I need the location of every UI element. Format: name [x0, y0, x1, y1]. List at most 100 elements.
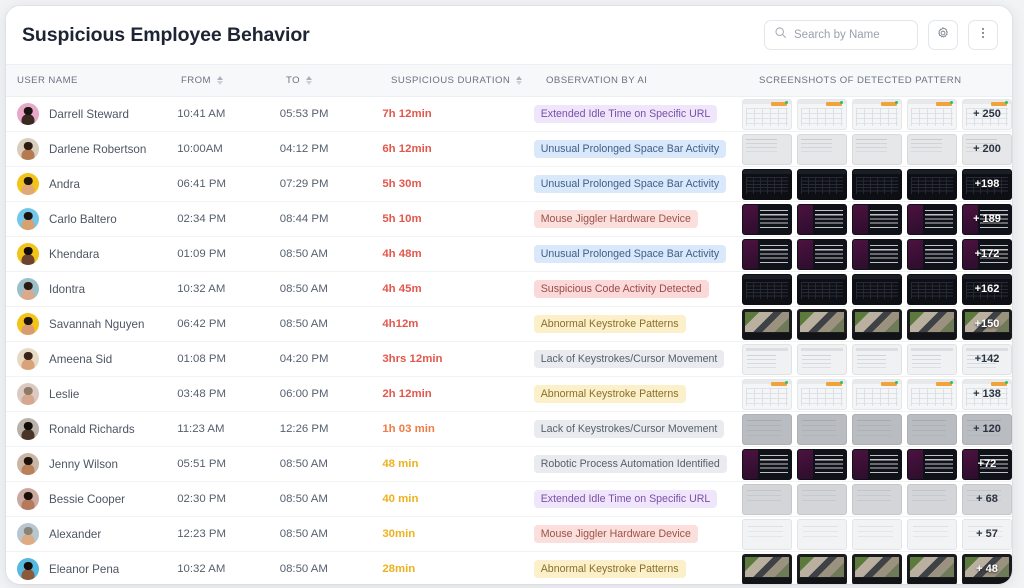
screenshot-thumbnail[interactable]: [741, 343, 792, 375]
screenshot-thumbnail[interactable]: [796, 448, 847, 480]
settings-button[interactable]: [928, 20, 958, 50]
column-header-observation-by-ai[interactable]: OBSERVATION BY AI: [546, 75, 751, 86]
screenshot-thumbnail[interactable]: [741, 168, 792, 200]
screenshot-thumbnail[interactable]: [796, 483, 847, 515]
screenshot-thumbnail[interactable]: [796, 98, 847, 130]
table-row[interactable]: Idontra 10:32 AM 08:50 AM 4h 45m Suspicious …: [6, 272, 1012, 307]
screenshot-more-badge[interactable]: + 68: [961, 483, 1012, 515]
screenshot-thumbnail[interactable]: [741, 378, 792, 410]
screenshot-thumbnail[interactable]: [796, 168, 847, 200]
screenshot-thumbnail[interactable]: [906, 553, 957, 584]
cell-from-time: 01:08 PM: [177, 353, 226, 365]
screenshot-thumbnail[interactable]: [741, 238, 792, 270]
screenshot-more-badge[interactable]: + 120: [961, 413, 1012, 445]
screenshot-thumbnail[interactable]: [851, 238, 902, 270]
screenshot-more-badge[interactable]: + 189: [961, 203, 1012, 235]
screenshot-more-badge[interactable]: +142: [961, 343, 1012, 375]
table-row[interactable]: Khendara 01:09 PM 08:50 AM 4h 48m Unusual Pr…: [6, 237, 1012, 272]
screenshot-more-badge[interactable]: +72: [961, 448, 1012, 480]
sort-arrows-icon[interactable]: [516, 76, 523, 85]
screenshot-more-badge[interactable]: + 200: [961, 133, 1012, 165]
screenshot-thumbnail[interactable]: [906, 308, 957, 340]
screenshot-thumbnail[interactable]: [741, 203, 792, 235]
screenshot-thumbnail[interactable]: [851, 343, 902, 375]
screenshot-thumbnail[interactable]: [741, 133, 792, 165]
sort-arrows-icon[interactable]: [306, 76, 312, 85]
screenshot-thumbnail[interactable]: [851, 483, 902, 515]
screenshot-thumbnail[interactable]: [796, 518, 847, 550]
screenshot-thumbnail[interactable]: [851, 308, 902, 340]
column-header-screenshots[interactable]: SCREENSHOTS OF DETECTED PATTERN: [751, 75, 1012, 86]
cell-suspicious-duration: 40 min: [382, 493, 419, 505]
table-row[interactable]: Darrell Steward 10:41 AM 05:53 PM 7h 12min E…: [6, 97, 1012, 132]
screenshot-thumbnail[interactable]: [906, 413, 957, 445]
screenshot-thumbnail[interactable]: [906, 378, 957, 410]
screenshot-thumbnail[interactable]: [741, 98, 792, 130]
screenshot-thumbnail[interactable]: [741, 413, 792, 445]
table-row[interactable]: Andra 06:41 PM 07:29 PM 5h 30m Unusual Prolo…: [6, 167, 1012, 202]
screenshot-thumbnail[interactable]: [851, 448, 902, 480]
screenshot-thumbnail[interactable]: [851, 98, 902, 130]
screenshot-more-badge[interactable]: +162: [961, 273, 1012, 305]
screenshot-thumbnail[interactable]: [741, 518, 792, 550]
search-input[interactable]: [794, 29, 908, 41]
screenshot-thumbnail[interactable]: [796, 308, 847, 340]
screenshot-thumbnail[interactable]: [796, 343, 847, 375]
screenshot-more-badge[interactable]: + 138: [961, 378, 1012, 410]
screenshot-thumbnail[interactable]: [851, 273, 902, 305]
screenshot-more-badge[interactable]: +172: [961, 238, 1012, 270]
screenshot-thumbnail[interactable]: [796, 378, 847, 410]
screenshot-thumbnail[interactable]: [906, 343, 957, 375]
table-row[interactable]: Darlene Robertson 10:00AM 04:12 PM 6h 12min…: [6, 132, 1012, 167]
screenshot-thumbnail[interactable]: [796, 238, 847, 270]
screenshot-thumbnail[interactable]: [741, 483, 792, 515]
screenshot-thumbnail[interactable]: [741, 273, 792, 305]
screenshot-thumbnail[interactable]: [851, 518, 902, 550]
screenshot-thumbnail[interactable]: [851, 168, 902, 200]
screenshot-thumbnail[interactable]: [906, 133, 957, 165]
screenshot-thumbnail[interactable]: [796, 133, 847, 165]
screenshot-thumbnail[interactable]: [906, 518, 957, 550]
screenshot-thumbnail[interactable]: [851, 203, 902, 235]
column-header-user-name[interactable]: USER NAME: [6, 75, 181, 86]
table-row[interactable]: Bessie Cooper 02:30 PM 08:50 AM 40 min Exten…: [6, 482, 1012, 517]
column-header-to[interactable]: TO: [286, 75, 391, 86]
screenshot-thumbnail[interactable]: [906, 448, 957, 480]
screenshot-thumbnail[interactable]: [906, 168, 957, 200]
screenshot-thumbnail[interactable]: [851, 378, 902, 410]
screenshot-thumbnail[interactable]: [906, 203, 957, 235]
search-input-wrapper[interactable]: [764, 20, 918, 50]
column-header-from[interactable]: FROM: [181, 75, 286, 86]
table-row[interactable]: Alexander 12:23 PM 08:50 AM 30min Mouse Jigg…: [6, 517, 1012, 552]
screenshot-thumbnail[interactable]: [906, 238, 957, 270]
screenshot-thumbnail[interactable]: [796, 203, 847, 235]
table-row[interactable]: Ameena Sid 01:08 PM 04:20 PM 3hrs 12min Lack…: [6, 342, 1012, 377]
screenshot-thumbnail[interactable]: [851, 413, 902, 445]
screenshot-more-badge[interactable]: +150: [961, 308, 1012, 340]
screenshot-thumbnail[interactable]: [741, 553, 792, 584]
screenshot-thumbnail[interactable]: [796, 273, 847, 305]
avatar: [17, 418, 39, 440]
table-row[interactable]: Eleanor Pena 10:32 AM 08:50 AM 28min Abnorma…: [6, 552, 1012, 584]
screenshot-thumbnail[interactable]: [851, 553, 902, 584]
screenshot-more-badge[interactable]: + 48: [961, 553, 1012, 584]
screenshot-thumbnail[interactable]: [796, 413, 847, 445]
screenshot-thumbnail[interactable]: [796, 553, 847, 584]
table-row[interactable]: Savannah Nguyen 06:42 PM 08:50 AM 4h12m Abno…: [6, 307, 1012, 342]
screenshot-thumbnail[interactable]: [851, 133, 902, 165]
screenshot-more-badge[interactable]: +198: [961, 168, 1012, 200]
table-row[interactable]: Leslie 03:48 PM 06:00 PM 2h 12min Abnormal K…: [6, 377, 1012, 412]
screenshot-thumbnail[interactable]: [906, 483, 957, 515]
table-row[interactable]: Carlo Baltero 02:34 PM 08:44 PM 5h 10m Mouse…: [6, 202, 1012, 237]
screenshot-thumbnail[interactable]: [906, 98, 957, 130]
screenshot-thumbnail[interactable]: [741, 308, 792, 340]
screenshot-more-badge[interactable]: + 250: [961, 98, 1012, 130]
table-row[interactable]: Jenny Wilson 05:51 PM 08:50 AM 48 min Roboti…: [6, 447, 1012, 482]
table-row[interactable]: Ronald Richards 11:23 AM 12:26 PM 1h 03 min…: [6, 412, 1012, 447]
screenshot-more-badge[interactable]: + 57: [961, 518, 1012, 550]
screenshot-thumbnail[interactable]: [741, 448, 792, 480]
sort-arrows-icon[interactable]: [216, 76, 223, 85]
more-options-button[interactable]: [968, 20, 998, 50]
column-header-suspicious-duration[interactable]: SUSPICIOUS DURATION: [391, 75, 546, 86]
screenshot-thumbnail[interactable]: [906, 273, 957, 305]
